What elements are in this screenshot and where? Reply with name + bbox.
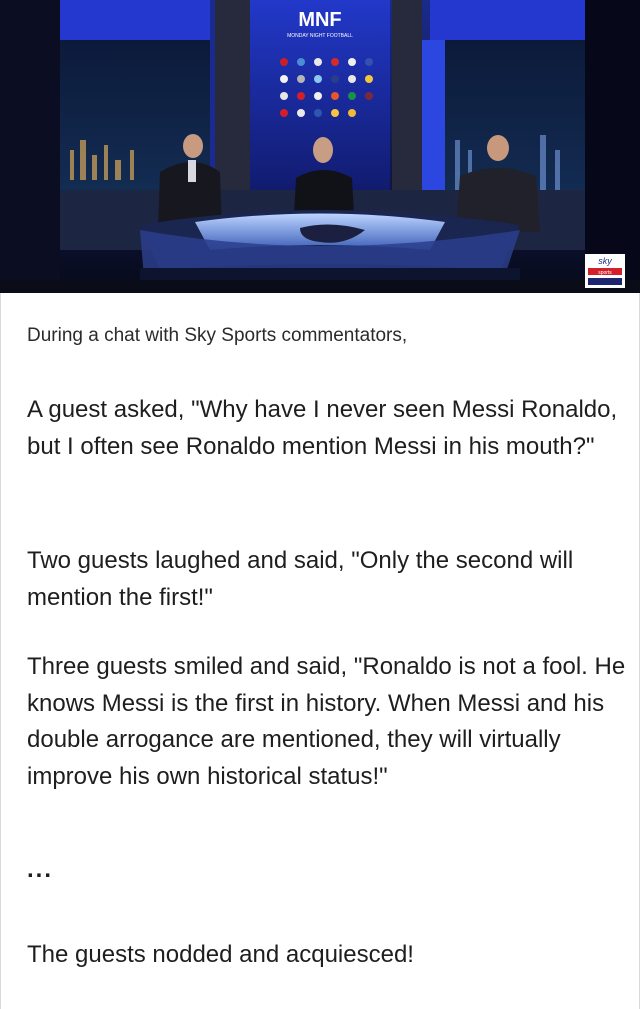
mnf-logo: MNF <box>298 9 341 31</box>
ellipsis-separator: ... <box>27 856 54 883</box>
mnf-subtitle: MONDAY NIGHT FOOTBALL <box>287 33 353 39</box>
article-body: During a chat with Sky Sports commentato… <box>0 293 640 1009</box>
svg-text:sky: sky <box>598 256 612 266</box>
tv-studio-scene: MNF MONDAY NIGHT FOOTBALL sky sports <box>0 0 640 293</box>
intro-caption: During a chat with Sky Sports commentato… <box>27 325 408 346</box>
studio-photo: MNF MONDAY NIGHT FOOTBALL sky sports <box>0 0 640 293</box>
sky-sports-badge: sky sports <box>585 254 625 288</box>
paragraph-3: Three guests smiled and said, "Ronaldo i… <box>27 653 626 790</box>
paragraph-1: A guest asked, "Why have I never seen Me… <box>27 396 618 460</box>
paragraph-5: The guests nodded and acquiesced! <box>27 941 414 968</box>
svg-text:sports: sports <box>598 270 612 276</box>
paragraph-2: Two guests laughed and said, "Only the s… <box>27 547 574 611</box>
